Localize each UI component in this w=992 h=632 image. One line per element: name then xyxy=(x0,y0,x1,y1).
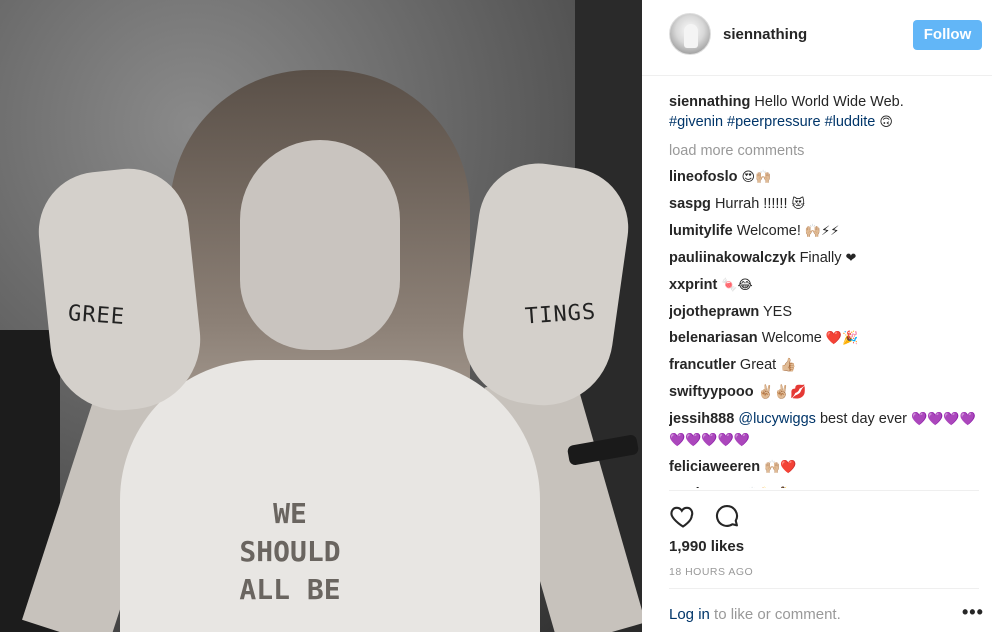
follow-button[interactable]: Follow xyxy=(913,20,982,50)
comment-item: feliciaweeren 🙌🏼❤️ xyxy=(669,457,979,478)
comment-text: Great xyxy=(739,357,777,373)
comment-emoji: ✌🏼✌🏼💋 xyxy=(757,385,807,400)
more-options-icon[interactable]: ••• xyxy=(962,602,984,623)
right-hand-text: TINGS xyxy=(524,299,598,330)
comment-item: xxprint 🍬😂 xyxy=(669,275,979,296)
caption: siennathing Hello World Wide Web. #given… xyxy=(669,92,979,133)
post-photo[interactable]: GREE TINGS WE SHOULD ALL BE xyxy=(0,0,642,632)
comment-bubble-icon[interactable] xyxy=(713,502,741,530)
shirt-text: WE SHOULD ALL BE xyxy=(210,495,370,609)
login-prompt: Log in to like or comment. xyxy=(669,606,841,623)
avatar-statue-icon xyxy=(684,24,698,48)
comment-username[interactable]: xxprint xyxy=(669,277,717,293)
comment-emoji: 😻 xyxy=(791,197,806,212)
post-sidebar: siennathing Follow siennathing Hello Wor… xyxy=(642,0,992,632)
comment-item: mariasass 🙌🏼🍾💃 xyxy=(669,484,979,488)
heart-icon[interactable] xyxy=(669,502,697,530)
comment-emoji: ❤ xyxy=(845,251,857,266)
comment-text: Welcome xyxy=(761,330,822,346)
comment-username[interactable]: belenariasan xyxy=(669,330,758,346)
comment-item: saspg Hurrah !!!!!! 😻 xyxy=(669,194,979,215)
comment-username[interactable]: mariasass xyxy=(669,486,740,488)
load-more-comments-link[interactable]: load more comments xyxy=(669,141,979,161)
comment-username[interactable]: lumitylife xyxy=(669,223,733,239)
comment-username[interactable]: feliciaweeren xyxy=(669,459,760,475)
comment-emoji: 🙌🏼❤️ xyxy=(764,460,797,475)
comment-item: swiftyypooo ✌🏼✌🏼💋 xyxy=(669,382,979,403)
avatar[interactable] xyxy=(669,13,711,55)
comment-username[interactable]: swiftyypooo xyxy=(669,384,754,400)
mention-link[interactable]: @lucywiggs xyxy=(738,411,816,427)
login-prompt-text: to like or comment. xyxy=(714,606,841,623)
likes-count[interactable]: 1,990 likes xyxy=(669,538,744,555)
hashtag-link[interactable]: #peerpressure xyxy=(727,114,821,130)
comment-username[interactable]: jessih888 xyxy=(669,411,734,427)
header-username[interactable]: siennathing xyxy=(723,26,807,43)
caption-username[interactable]: siennathing xyxy=(669,94,750,110)
comment-item: jessih888 @lucywiggs best day ever 💜💜💜💜💜… xyxy=(669,409,979,451)
comment-emoji: 🙌🏼🍾💃 xyxy=(744,487,793,488)
comment-text: Hurrah !!!!!! xyxy=(714,196,788,212)
caption-emoji: 🙃 xyxy=(879,115,893,130)
comment-item: jojotheprawn YES xyxy=(669,302,979,322)
post-header: siennathing Follow xyxy=(642,0,992,76)
comment-text: Finally xyxy=(799,250,842,266)
comment-username[interactable]: pauliinakowalczyk xyxy=(669,250,796,266)
divider xyxy=(669,490,979,491)
post-timestamp: 18 HOURS AGO xyxy=(669,566,754,578)
login-link[interactable]: Log in xyxy=(669,606,710,623)
hashtag-link[interactable]: #luddite xyxy=(825,114,876,130)
comment-item: belenariasan Welcome ❤️🎉 xyxy=(669,328,979,349)
comment-item: francutler Great 👍🏼 xyxy=(669,355,979,376)
hashtag-link[interactable]: #givenin xyxy=(669,114,723,130)
comment-text: best day ever xyxy=(819,411,908,427)
caption-text: Hello World Wide Web. xyxy=(754,94,904,110)
comment-username[interactable]: saspg xyxy=(669,196,711,212)
comment-username[interactable]: francutler xyxy=(669,357,736,373)
comments-list[interactable]: siennathing Hello World Wide Web. #given… xyxy=(669,92,979,488)
comment-item: pauliinakowalczyk Finally ❤ xyxy=(669,248,979,269)
shirt-line: ALL BE xyxy=(239,573,341,606)
comment-emoji: ❤️🎉 xyxy=(825,331,859,346)
left-hand-text: GREE xyxy=(67,301,126,330)
shirt-line: SHOULD xyxy=(239,535,341,568)
comment-text: YES xyxy=(763,304,793,320)
shirt-line: WE xyxy=(273,497,307,530)
comment-emoji: 👍🏼 xyxy=(780,358,797,373)
comment-text: Welcome! xyxy=(736,223,801,239)
comment-username[interactable]: lineofoslo xyxy=(669,169,737,185)
comment-item: lumitylife Welcome! 🙌🏼⚡⚡ xyxy=(669,221,979,242)
comment-emoji: 🙌🏼⚡⚡ xyxy=(804,224,840,239)
comment-username[interactable]: jojotheprawn xyxy=(669,304,759,320)
divider xyxy=(669,588,979,589)
comment-emoji: 🍬😂 xyxy=(721,278,753,293)
photo-face xyxy=(240,140,400,350)
comment-emoji: 😍🙌🏼 xyxy=(741,170,772,185)
comment-item: lineofoslo 😍🙌🏼 xyxy=(669,167,979,188)
